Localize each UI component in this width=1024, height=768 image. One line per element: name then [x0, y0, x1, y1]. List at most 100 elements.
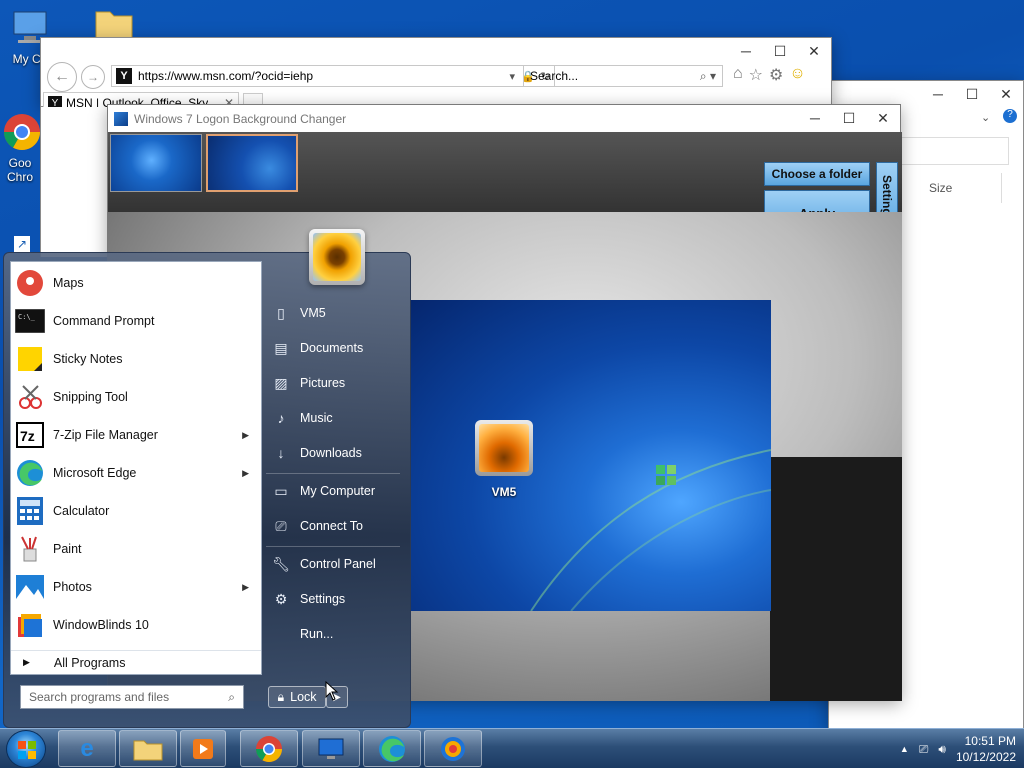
svg-text:7z: 7z: [20, 428, 35, 444]
favorites-star-icon[interactable]: ☆: [749, 65, 763, 85]
start-right-pictures[interactable]: ▨ Pictures: [266, 368, 406, 398]
desktop-icon-chrome[interactable]: Goo Chro: [0, 112, 44, 184]
help-icon[interactable]: ?: [1003, 109, 1017, 123]
program-label: 7-Zip File Manager: [53, 428, 158, 442]
choose-folder-button[interactable]: Choose a folder: [764, 162, 870, 186]
all-programs-button[interactable]: ▶ All Programs: [11, 650, 261, 674]
program-item-edge[interactable]: Microsoft Edge ▶: [11, 454, 261, 492]
explorer-search-box[interactable]: [901, 137, 1009, 165]
chevron-down-icon[interactable]: ⌄: [981, 111, 990, 124]
program-item-windowblinds[interactable]: WindowBlinds 10: [11, 606, 261, 644]
close-icon[interactable]: ✕: [797, 38, 831, 64]
address-url[interactable]: https://www.msn.com/?ocid=iehp: [138, 69, 504, 83]
gear-icon[interactable]: ⚙: [769, 65, 783, 85]
column-header-size[interactable]: Size: [929, 181, 952, 195]
home-icon[interactable]: ⌂: [733, 65, 743, 85]
ie-toolbar-icons: ⌂ ☆ ⚙ ☺: [733, 65, 806, 85]
program-item-maps[interactable]: Maps: [11, 264, 261, 302]
start-right-control-panel[interactable]: 🔧︎ Control Panel: [266, 549, 406, 579]
edge-icon: [15, 458, 45, 488]
start-right-run[interactable]: Run...: [266, 619, 406, 649]
clock-time: 10:51 PM: [964, 734, 1016, 748]
search-icon[interactable]: ⌕ ▾: [700, 69, 716, 84]
program-label: Sticky Notes: [53, 352, 123, 366]
close-icon[interactable]: ✕: [989, 81, 1023, 107]
dropdown-icon[interactable]: ▾: [510, 70, 516, 83]
taskbar-edge[interactable]: [363, 730, 421, 767]
show-hidden-icons-icon[interactable]: ▲: [900, 744, 909, 754]
wrench-icon: 🔧︎: [272, 555, 290, 572]
user-folder-icon: ▯: [277, 304, 285, 321]
taskbar-internet-explorer[interactable]: e: [58, 730, 116, 767]
close-icon[interactable]: ✕: [866, 105, 900, 131]
start-right-documents[interactable]: ▤ Documents: [266, 333, 406, 363]
program-item-calculator[interactable]: Calculator: [11, 492, 261, 530]
start-right-settings[interactable]: ⚙ Settings: [266, 584, 406, 614]
msn-favicon-icon: Y: [116, 68, 132, 84]
program-item-sticky-notes[interactable]: Sticky Notes: [11, 340, 261, 378]
user-avatar[interactable]: [309, 229, 365, 285]
shortcut-arrow-icon: ↗: [14, 236, 30, 252]
wallpaper-thumbnail[interactable]: [110, 134, 202, 192]
start-right-music[interactable]: ♪ Music: [266, 403, 406, 433]
start-right-user[interactable]: ▯ VM5: [266, 298, 406, 328]
start-button[interactable]: [6, 730, 46, 768]
address-bar[interactable]: Y https://www.msn.com/?ocid=iehp ▾ 🔒 ↻: [111, 65, 555, 87]
column-divider: [1001, 173, 1002, 203]
start-right-downloads[interactable]: ↓ Downloads: [266, 438, 406, 468]
start-right-label: Connect To: [300, 519, 364, 533]
internet-explorer-icon: e: [80, 734, 94, 762]
search-icon[interactable]: ⌕: [228, 690, 235, 705]
wallpaper-thumbnail-selected[interactable]: [206, 134, 298, 192]
start-right-label: Music: [300, 411, 333, 425]
lock-button[interactable]: 🔒︎ Lock: [268, 686, 326, 708]
ie-search-box[interactable]: Search... ⌕ ▾: [523, 65, 723, 87]
minimize-icon[interactable]: ─: [729, 38, 763, 64]
maximize-icon[interactable]: ☐: [763, 38, 797, 64]
forward-button[interactable]: →: [81, 65, 105, 89]
mouse-cursor-icon: [325, 680, 339, 704]
maximize-icon[interactable]: ☐: [832, 105, 866, 131]
taskbar-file-explorer[interactable]: [119, 730, 177, 767]
edge-icon: [379, 735, 405, 762]
ie-search-placeholder: Search...: [530, 69, 579, 83]
clock[interactable]: 10:51 PM 10/12/2022: [956, 733, 1016, 765]
taskbar-chrome[interactable]: [240, 730, 298, 767]
download-arrow-icon: ↓: [277, 445, 285, 461]
maximize-icon[interactable]: ☐: [955, 81, 989, 107]
logon-window-controls: ─ ☐ ✕: [798, 105, 900, 135]
minimize-icon[interactable]: ─: [798, 105, 832, 131]
snipping-tool-icon: [15, 382, 45, 412]
logon-titlebar[interactable]: Windows 7 Logon Background Changer: [108, 105, 900, 132]
smiley-feedback-icon[interactable]: ☺: [789, 65, 805, 85]
program-label: Snipping Tool: [53, 390, 128, 404]
stage-shadow: [770, 457, 902, 701]
photos-icon: [15, 572, 45, 602]
start-right-label: Documents: [300, 341, 364, 355]
volume-icon[interactable]: 🔊︎: [938, 742, 946, 757]
start-right-label: Pictures: [300, 376, 346, 390]
taskbar-logon-changer[interactable]: [302, 730, 360, 767]
back-button[interactable]: ←: [47, 62, 77, 92]
start-search-input[interactable]: Search programs and files ⌕: [20, 685, 244, 709]
program-item-photos[interactable]: Photos ▶: [11, 568, 261, 606]
picture-icon: ▨: [274, 374, 288, 391]
program-item-7zip[interactable]: 7z 7-Zip File Manager ▶: [11, 416, 261, 454]
windowblinds-icon: [15, 610, 45, 640]
program-item-snipping-tool[interactable]: Snipping Tool: [11, 378, 261, 416]
network-icon[interactable]: ⎚: [919, 742, 929, 757]
ie-page-area: [40, 107, 108, 257]
triangle-right-icon: ▶: [23, 657, 30, 667]
program-item-paint[interactable]: Paint: [11, 530, 261, 568]
logon-preview-image: [411, 300, 771, 611]
minimize-icon[interactable]: ─: [921, 81, 955, 107]
taskbar-media-player[interactable]: [180, 730, 226, 767]
start-right-my-computer[interactable]: ▭ My Computer: [266, 476, 406, 506]
program-item-command-prompt[interactable]: C:\_ Command Prompt: [11, 302, 261, 340]
internet-explorer-window[interactable]: ─ ☐ ✕ ← → Y https://www.msn.com/?ocid=ie…: [40, 37, 832, 114]
submenu-arrow-icon: ▶: [242, 581, 249, 592]
start-right-connect-to[interactable]: ⎚ Connect To: [266, 511, 406, 541]
taskbar-windowblinds[interactable]: [424, 730, 482, 767]
logon-app-icon: [114, 111, 128, 126]
windows-logo-icon: [656, 465, 676, 485]
